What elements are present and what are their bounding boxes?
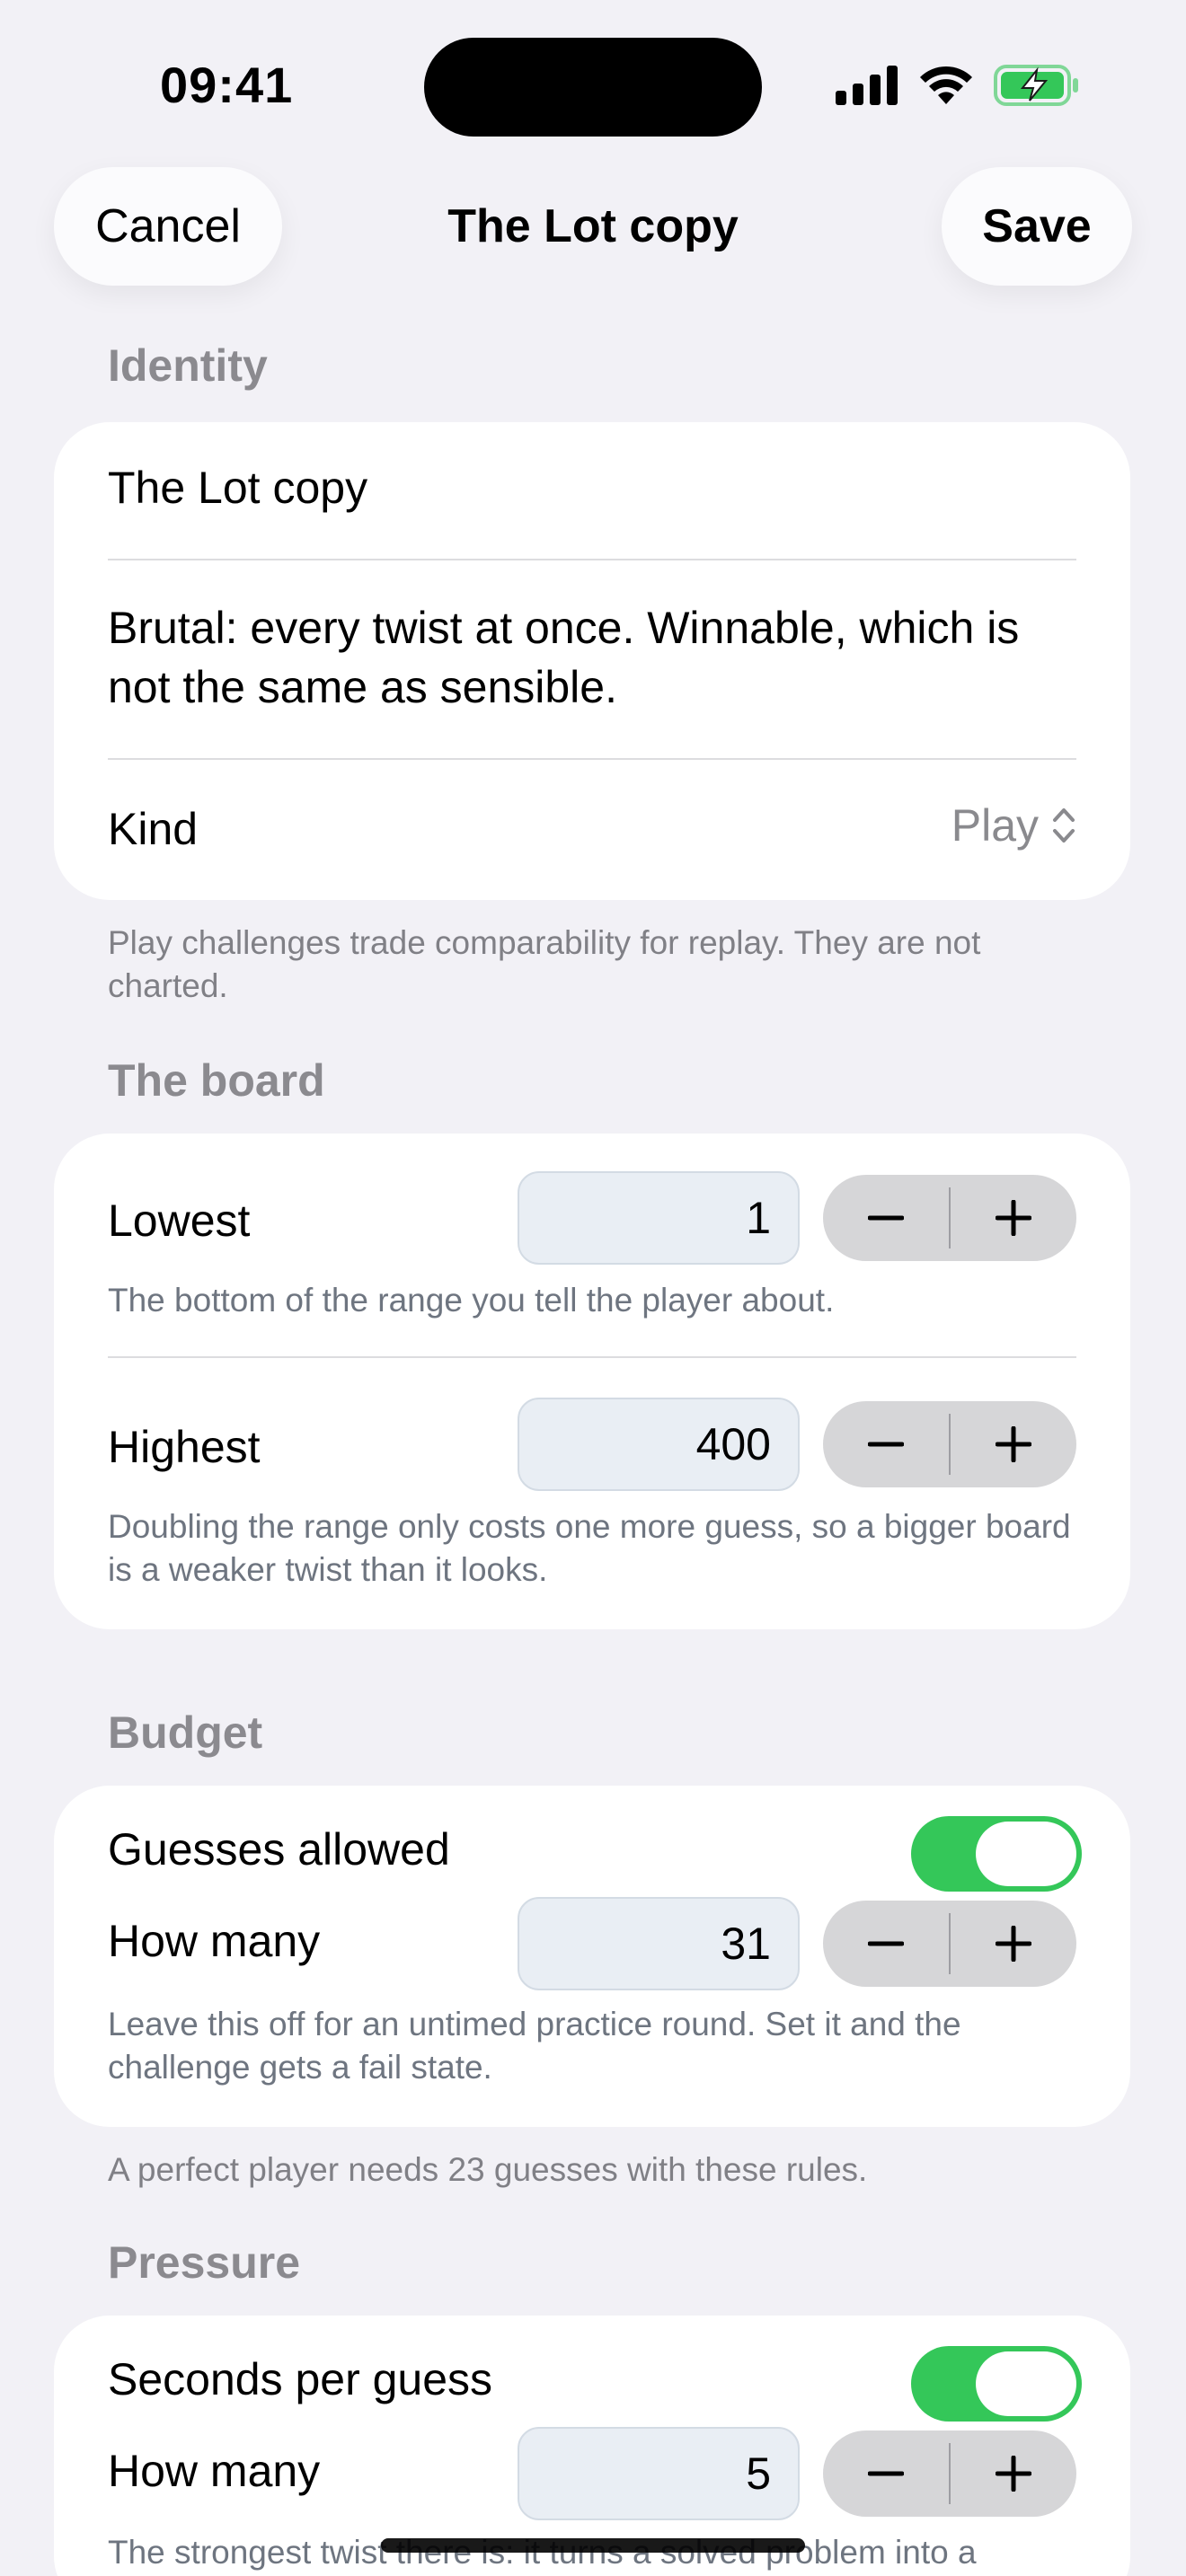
seconds-decrement-button[interactable]: [823, 2430, 949, 2517]
highest-increment-button[interactable]: [951, 1401, 1076, 1487]
highest-stepper: [823, 1401, 1076, 1487]
cellular-signal-icon: [836, 66, 898, 105]
toggle-knob: [976, 2351, 1076, 2416]
highest-input[interactable]: 400: [518, 1398, 800, 1491]
save-button[interactable]: Save: [942, 167, 1132, 286]
section-header-board: The board: [108, 1055, 325, 1106]
minus-icon: [868, 2471, 904, 2476]
guesses-stepper: [823, 1901, 1076, 1987]
budget-footnote: A perfect player needs 23 guesses with t…: [108, 2151, 868, 2188]
chevron-up-down-icon: [1053, 808, 1075, 842]
plus-icon: [996, 1200, 1031, 1236]
battery-charging-icon: [994, 65, 1078, 106]
divider: [108, 559, 1076, 560]
seconds-increment-button[interactable]: [951, 2430, 1076, 2517]
identity-card: The Lot copy Brutal: every twist at once…: [54, 422, 1130, 900]
status-icons: [836, 65, 1080, 106]
guesses-increment-button[interactable]: [951, 1901, 1076, 1987]
plus-icon: [996, 2456, 1031, 2492]
lowest-stepper: [823, 1175, 1076, 1261]
guesses-count-label: How many: [108, 1916, 321, 1966]
lowest-note: The bottom of the range you tell the pla…: [108, 1282, 835, 1319]
toggle-knob: [976, 1822, 1076, 1886]
seconds-per-guess-label: Seconds per guess: [108, 2354, 493, 2404]
minus-icon: [868, 1442, 904, 1447]
seconds-count-label: How many: [108, 2446, 321, 2496]
status-time: 09:41: [160, 57, 294, 113]
lowest-input[interactable]: 1: [518, 1171, 800, 1265]
highest-note: Doubling the range only costs one more g…: [108, 1508, 1071, 1588]
plus-icon: [996, 1926, 1031, 1962]
divider: [108, 758, 1076, 760]
seconds-stepper: [823, 2430, 1076, 2517]
guesses-allowed-toggle[interactable]: [911, 1816, 1082, 1892]
section-header-identity: Identity: [108, 340, 268, 391]
highest-decrement-button[interactable]: [823, 1401, 949, 1487]
wifi-icon: [920, 66, 972, 104]
pressure-card: Seconds per guess How many 5 The stronge…: [54, 2316, 1130, 2576]
lowest-increment-button[interactable]: [951, 1175, 1076, 1261]
lowest-label: Lowest: [108, 1195, 251, 1246]
kind-label: Kind: [108, 804, 199, 854]
budget-card: Guesses allowed How many 31 Leave this o…: [54, 1786, 1130, 2127]
lowest-decrement-button[interactable]: [823, 1175, 949, 1261]
kind-value: Play: [951, 800, 1039, 851]
minus-icon: [868, 1215, 904, 1221]
guesses-count-input[interactable]: 31: [518, 1897, 800, 1990]
section-header-budget: Budget: [108, 1707, 263, 1758]
seconds-count-input[interactable]: 5: [518, 2427, 800, 2520]
budget-note: Leave this off for an untimed practice r…: [108, 2006, 961, 2086]
challenge-name-field[interactable]: The Lot copy: [108, 462, 367, 514]
guesses-allowed-label: Guesses allowed: [108, 1824, 450, 1875]
seconds-per-guess-toggle[interactable]: [911, 2346, 1082, 2422]
plus-icon: [996, 1426, 1031, 1462]
guesses-decrement-button[interactable]: [823, 1901, 949, 1987]
identity-footnote: Play challenges trade comparability for …: [108, 924, 981, 1004]
minus-icon: [868, 1941, 904, 1946]
home-indicator: [381, 2538, 805, 2553]
section-header-pressure: Pressure: [108, 2237, 301, 2288]
status-bar: 09:41: [0, 0, 1186, 171]
dynamic-island: [424, 38, 762, 137]
kind-picker[interactable]: Play: [951, 799, 1076, 851]
challenge-description-field[interactable]: Brutal: every twist at once. Winnable, w…: [108, 598, 1078, 717]
divider: [108, 1356, 1076, 1358]
board-card: Lowest 1 The bottom of the range you tel…: [54, 1134, 1130, 1629]
highest-label: Highest: [108, 1422, 261, 1472]
